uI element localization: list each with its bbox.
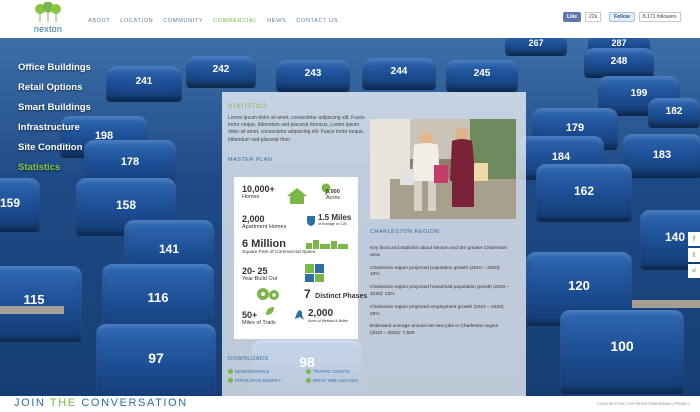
downloads-label: DOWNLOADS [228,356,269,362]
seat: 242 [186,56,256,88]
seat: 267 [505,38,567,56]
shopping-women-image [370,119,516,219]
frontage-stat: 1.5 Miles of frontage on I-26 [318,213,352,226]
buildings-icon [306,240,348,249]
seat: 162 [536,164,632,222]
heron-icon [295,310,304,320]
nexton-logo[interactable]: nexton [28,1,68,36]
region-paragraph: Key facts and statistics about Nexton an… [370,246,508,258]
homes-stat: 10,000+ Homes [242,184,275,201]
wetland-stat: 2,000 Acres of Wetland & Buffer [308,308,349,324]
seat: 115 [0,266,82,342]
download-population-density[interactable]: POPULATION DENSITY [228,378,281,383]
commercial-space-stat: 6 Million Square Feet of Commercial Spac… [242,238,316,256]
download-icon [228,378,233,383]
panel-title: STATISTICS [228,104,268,110]
shoppers-photo [370,119,516,219]
intro-text: Lorem ipsum dolor sit amet, consectetur … [228,115,365,143]
menu-retail-options[interactable]: Retail Options [18,80,91,100]
menu-office-buildings[interactable]: Office Buildings [18,60,91,80]
master-plan-label: MASTER PLAN [228,157,273,163]
master-plan-infographic: 10,000+ Homes 5,000 Acres 2,000 Apartmen… [234,177,367,339]
menu-smart-buildings[interactable]: Smart Buildings [18,100,91,120]
interstate-shield-icon [307,216,315,226]
join-the-conversation[interactable]: JOIN THE CONVERSATION [14,397,188,409]
download-icon [306,369,311,374]
bench-rail [632,300,700,308]
region-paragraph: Charleston region projected household po… [370,285,510,297]
seat: 183 [622,134,700,178]
nav-news[interactable]: NEWS [267,18,286,24]
facebook-share-icon[interactable]: f [688,232,700,246]
seat: 159 [0,178,40,232]
download-drive-time-analysis[interactable]: DRIVE TIME ANALYSIS [306,378,358,383]
gears-icon [257,288,279,300]
site-footer: JOIN THE CONVERSATION ©2013 NEXTON | COP… [0,396,700,412]
logo-text: nexton [33,24,63,34]
phases-stat: 7 Distinct Phases [304,287,368,301]
seat: 97 [96,324,216,396]
facebook-like-count: 22k [585,12,602,22]
charleston-region-text: Key facts and statistics about Nexton an… [370,246,510,344]
download-demographics[interactable]: DEMOGRAPHICS [228,369,269,374]
seat: 241 [106,66,182,102]
region-paragraph: Estimated average annual net new jobs in… [370,324,499,337]
leaf-icon [266,307,274,315]
acres-stat: 5,000 Acres [326,189,341,201]
region-paragraph: Charleston region projected employment g… [370,304,505,317]
house-icon [287,188,307,204]
seat: 244 [362,58,436,90]
menu-site-condition[interactable]: Site Condition [18,140,91,160]
copyright-links[interactable]: ©2013 NEXTON | COPYRIGHT/TRADEMARK | PRI… [597,402,690,406]
share-icon[interactable]: < [688,264,700,278]
seat: 243 [276,60,350,92]
share-bar: f t < [688,232,700,280]
nav-location[interactable]: LOCATION [120,18,153,24]
statistics-panel: STATISTICS Lorem ipsum dolor sit amet, c… [222,92,526,396]
apartment-homes-stat: 2,000 Apartment Homes [242,214,287,231]
nav-commercial[interactable]: COMMERCIAL [213,18,257,24]
menu-statistics[interactable]: Statistics [18,160,91,180]
tree-logo-icon [35,1,61,22]
puzzle-icon [305,264,324,282]
region-paragraph: Charleston region projected population g… [370,265,501,278]
main-nav: ABOUT LOCATION COMMUNITY COMMERCIAL NEWS… [88,18,338,24]
build-out-stat: 20- 25 Year Build Out [242,266,278,283]
seat: 100 [560,310,684,394]
nav-contact-us[interactable]: CONTACT US [296,18,338,24]
charleston-region-label: CHARLESTON REGION [370,229,440,235]
site-header: nexton ABOUT LOCATION COMMUNITY COMMERCI… [0,0,700,38]
seat: 245 [446,60,518,92]
seat: 248 [584,48,654,78]
twitter-follower-count: 8,171 followers [638,12,681,22]
twitter-share-icon[interactable]: t [688,248,700,262]
download-traffic-counts[interactable]: TRAFFIC COUNTS [306,369,350,374]
nav-about[interactable]: ABOUT [88,18,110,24]
menu-infrastructure[interactable]: Infrastructure [18,120,91,140]
commercial-side-menu: Office Buildings Retail Options Smart Bu… [18,60,91,180]
seat: 182 [648,98,700,128]
facebook-like-button[interactable]: Like [563,12,582,22]
bench-rail [0,306,64,314]
social-buttons: Like 22k Follow 8,171 followers [563,12,681,22]
download-icon [228,369,233,374]
twitter-follow-button[interactable]: Follow [609,12,635,22]
download-icon [306,378,311,383]
nav-community[interactable]: COMMUNITY [163,18,203,24]
